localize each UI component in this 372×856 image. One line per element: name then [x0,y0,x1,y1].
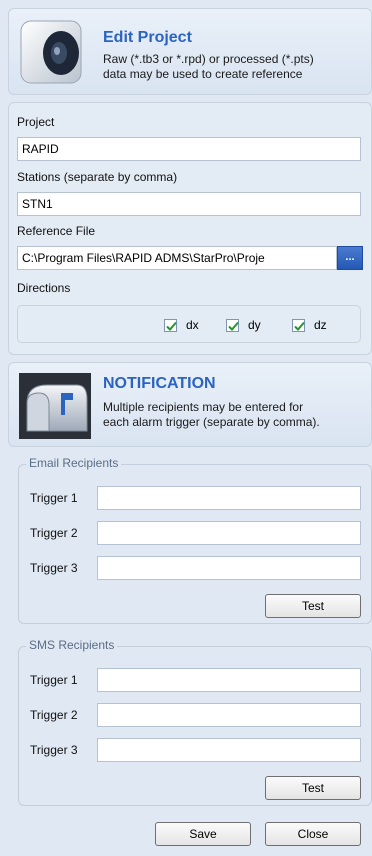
dy-label: dy [248,318,261,332]
sms-trigger-1-input[interactable] [97,668,361,692]
dx-label: dx [186,318,199,332]
reference-file-input[interactable]: C:\Program Files\RAPID ADMS\StarPro\Proj… [17,246,337,270]
sms-trigger-2-input[interactable] [97,703,361,727]
project-settings-panel: Project RAPID Stations (separate by comm… [8,102,372,355]
email-trigger-3-label: Trigger 3 [30,561,78,575]
stations-input[interactable]: STN1 [17,192,361,216]
dz-checkbox[interactable] [292,319,305,332]
edit-project-description-line1: Raw (*.tb3 or *.rpd) or processed (*.pts… [103,52,314,66]
notification-header: NOTIFICATION Multiple recipients may be … [8,362,372,447]
save-button[interactable]: Save [155,822,251,846]
sms-trigger-1-label: Trigger 1 [30,673,78,687]
browse-button[interactable]: ... [337,246,363,270]
notification-title: NOTIFICATION [103,375,216,392]
directions-label: Directions [17,281,71,295]
dx-checkbox[interactable] [164,319,177,332]
reference-file-label: Reference File [17,224,96,238]
email-recipients-legend: Email Recipients [26,456,122,470]
speaker-icon [17,17,87,89]
email-trigger-2-label: Trigger 2 [30,526,78,540]
directions-box: dx dy dz [17,305,361,343]
notification-description-line1: Multiple recipients may be entered for [103,400,304,414]
project-input[interactable]: RAPID [17,137,361,161]
notification-description-line2: each alarm trigger (separate by comma). [103,415,320,429]
sms-recipients-legend: SMS Recipients [26,638,118,652]
project-label: Project [17,115,55,129]
edit-project-header: Edit Project Raw (*.tb3 or *.rpd) or pro… [8,8,372,95]
edit-project-title: Edit Project [103,29,192,46]
close-button[interactable]: Close [265,822,361,846]
email-trigger-1-input[interactable] [97,486,361,510]
sms-trigger-3-label: Trigger 3 [30,743,78,757]
dy-checkbox[interactable] [226,319,239,332]
email-trigger-1-label: Trigger 1 [30,491,78,505]
email-trigger-2-input[interactable] [97,521,361,545]
stations-label: Stations (separate by comma) [17,170,178,184]
mailbox-icon [17,371,93,441]
email-trigger-3-input[interactable] [97,556,361,580]
sms-test-button[interactable]: Test [265,776,361,800]
sms-trigger-2-label: Trigger 2 [30,708,78,722]
dz-label: dz [314,318,327,332]
email-test-button[interactable]: Test [265,594,361,618]
sms-trigger-3-input[interactable] [97,738,361,762]
edit-project-description-line2: data may be used to create reference [103,67,303,81]
